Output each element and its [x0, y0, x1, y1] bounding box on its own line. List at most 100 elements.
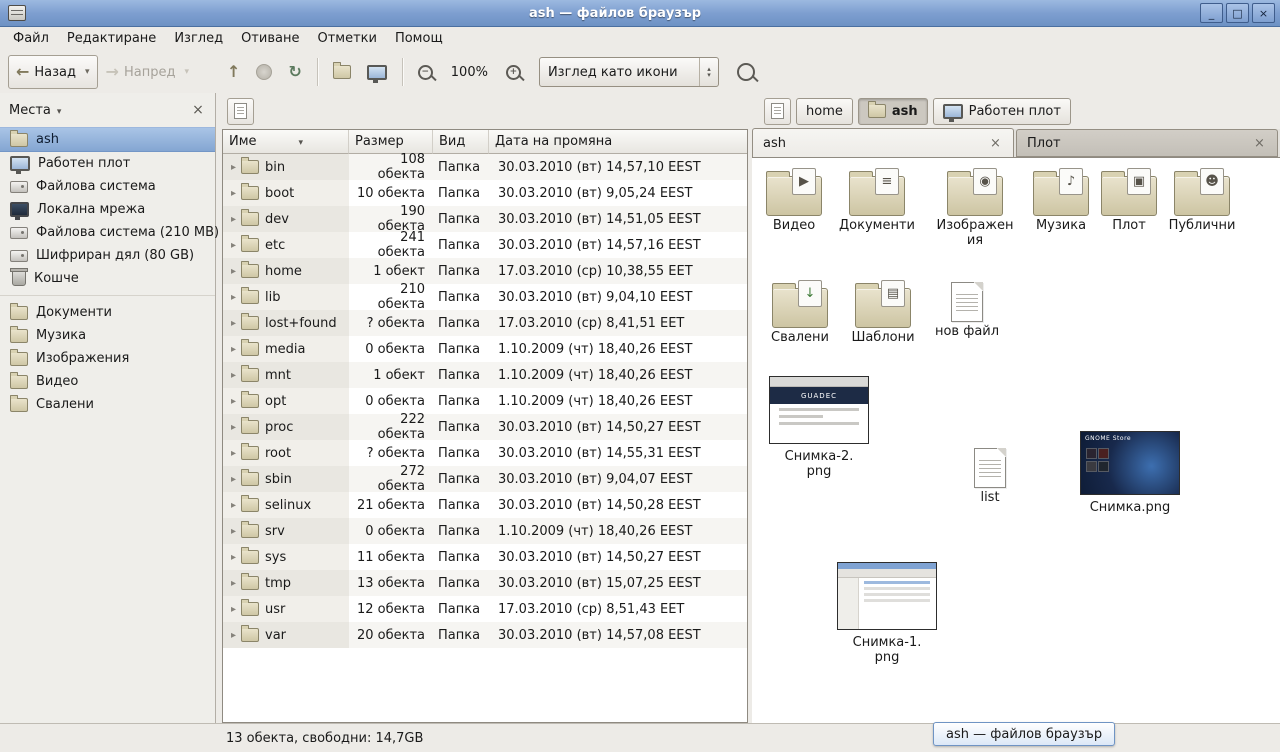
- sidebar-item-network[interactable]: Локална мрежа: [0, 198, 215, 221]
- table-row[interactable]: root? обектаПапка30.03.2010 (вт) 14,55,3…: [223, 440, 747, 466]
- icon-item-list[interactable]: list: [948, 444, 1032, 506]
- sidebar-item-downloads[interactable]: Свалени: [0, 393, 215, 416]
- expander-icon[interactable]: [227, 344, 240, 355]
- expander-icon[interactable]: [227, 240, 240, 251]
- icon-item-desktop[interactable]: ▣ Плот: [1087, 166, 1171, 234]
- sidebar-item-pictures[interactable]: Изображения: [0, 347, 215, 370]
- home-button[interactable]: [325, 55, 359, 89]
- path-button-desktop[interactable]: Работен плот: [933, 98, 1071, 125]
- window-menu-icon[interactable]: [8, 5, 26, 21]
- expander-icon[interactable]: [227, 292, 240, 303]
- sidebar-mode-select[interactable]: Места: [9, 103, 61, 118]
- titlebar[interactable]: ash — файлов браузър _ □ ×: [0, 0, 1280, 27]
- table-row[interactable]: opt0 обектаПапка1.10.2009 (чт) 18,40,26 …: [223, 388, 747, 414]
- column-header-date[interactable]: Дата на промяна: [489, 130, 747, 154]
- table-row[interactable]: selinux21 обектаПапка30.03.2010 (вт) 14,…: [223, 492, 747, 518]
- table-row[interactable]: tmp13 обектаПапка30.03.2010 (вт) 15,07,2…: [223, 570, 747, 596]
- sidebar-item-volume-210mb[interactable]: Файлова система (210 MB): [0, 221, 215, 244]
- sidebar-close-button[interactable]: [190, 102, 206, 118]
- expander-icon[interactable]: [227, 552, 240, 563]
- tab-close-button[interactable]: ×: [988, 136, 1003, 151]
- icon-item-snimka[interactable]: GNOME Store Снимка.png: [1078, 431, 1182, 516]
- combo-spinner-icon[interactable]: [699, 58, 718, 86]
- table-row[interactable]: home1 обектПапка17.03.2010 (ср) 10,38,55…: [223, 258, 747, 284]
- expander-icon[interactable]: [227, 266, 240, 277]
- minimize-button[interactable]: _: [1200, 3, 1223, 23]
- table-row[interactable]: media0 обектаПапка1.10.2009 (чт) 18,40,2…: [223, 336, 747, 362]
- icon-item-new-file[interactable]: нов файл: [925, 278, 1009, 340]
- menu-help[interactable]: Помощ: [386, 29, 452, 48]
- expander-icon[interactable]: [227, 448, 240, 459]
- table-row[interactable]: srv0 обектаПапка1.10.2009 (чт) 18,40,26 …: [223, 518, 747, 544]
- tab-ash[interactable]: ash ×: [752, 128, 1014, 157]
- location-entry-toggle-button[interactable]: [764, 98, 791, 125]
- expander-icon[interactable]: [227, 604, 240, 615]
- icon-item-public[interactable]: ☻ Публични: [1160, 166, 1244, 234]
- menu-bookmarks[interactable]: Отметки: [308, 29, 385, 48]
- view-mode-select[interactable]: Изглед като икони: [539, 57, 719, 87]
- taskbar-window-button[interactable]: ash — файлов браузър: [933, 722, 1115, 746]
- icon-item-templates[interactable]: ▤ Шаблони: [841, 278, 925, 346]
- expander-icon[interactable]: [227, 370, 240, 381]
- location-entry-toggle-button[interactable]: [227, 98, 254, 125]
- table-row[interactable]: sbin272 обектаПапка30.03.2010 (вт) 9,04,…: [223, 466, 747, 492]
- path-button-home[interactable]: home: [796, 98, 853, 125]
- search-button[interactable]: [729, 55, 763, 89]
- expander-icon[interactable]: [227, 630, 240, 641]
- menu-view[interactable]: Изглед: [165, 29, 232, 48]
- table-row[interactable]: proc222 обектаПапка30.03.2010 (вт) 14,50…: [223, 414, 747, 440]
- table-row[interactable]: var20 обектаПапка30.03.2010 (вт) 14,57,0…: [223, 622, 747, 648]
- zoom-out-button[interactable]: −: [410, 55, 441, 89]
- column-header-type[interactable]: Вид: [433, 130, 489, 154]
- table-row[interactable]: mnt1 обектПапка1.10.2009 (чт) 18,40,26 E…: [223, 362, 747, 388]
- tab-plot[interactable]: Плот ×: [1016, 129, 1278, 157]
- column-header-size[interactable]: Размер: [349, 130, 433, 154]
- expander-icon[interactable]: [227, 318, 240, 329]
- sidebar-item-desktop[interactable]: Работен плот: [0, 152, 215, 175]
- sidebar-item-encrypted-80gb[interactable]: Шифриран дял (80 GB): [0, 244, 215, 267]
- sidebar-item-trash[interactable]: Кошче: [0, 267, 215, 290]
- table-row[interactable]: dev190 обектаПапка30.03.2010 (вт) 14,51,…: [223, 206, 747, 232]
- table-row[interactable]: bin108 обектаПапка30.03.2010 (вт) 14,57,…: [223, 154, 747, 180]
- icon-item-videos[interactable]: ▶ Видео: [752, 166, 836, 234]
- expander-icon[interactable]: [227, 188, 240, 199]
- icon-item-downloads[interactable]: ↓ Свалени: [758, 278, 842, 346]
- close-button[interactable]: ×: [1252, 3, 1275, 23]
- table-row[interactable]: sys11 обектаПапка30.03.2010 (вт) 14,50,2…: [223, 544, 747, 570]
- expander-icon[interactable]: [227, 214, 240, 225]
- computer-button[interactable]: [359, 55, 395, 89]
- icon-item-snimka1[interactable]: Снимка-1.png: [836, 562, 938, 666]
- menu-file[interactable]: Файл: [4, 29, 58, 48]
- zoom-in-button[interactable]: +: [498, 55, 529, 89]
- sidebar-item-filesystem[interactable]: Файлова система: [0, 175, 215, 198]
- expander-icon[interactable]: [227, 162, 240, 173]
- table-row[interactable]: usr12 обектаПапка17.03.2010 (ср) 8,51,43…: [223, 596, 747, 622]
- maximize-button[interactable]: □: [1226, 3, 1249, 23]
- up-button[interactable]: ↑: [219, 55, 248, 89]
- icon-item-pictures[interactable]: ◉ Изображения: [933, 166, 1017, 249]
- column-header-name[interactable]: Име: [223, 130, 349, 154]
- expander-icon[interactable]: [227, 578, 240, 589]
- tab-close-button[interactable]: ×: [1252, 136, 1267, 151]
- sidebar-item-videos[interactable]: Видео: [0, 370, 215, 393]
- expander-icon[interactable]: [227, 526, 240, 537]
- table-row[interactable]: etc241 обектаПапка30.03.2010 (вт) 14,57,…: [223, 232, 747, 258]
- reload-button[interactable]: ↻: [280, 55, 309, 89]
- back-button[interactable]: ← Назад: [8, 55, 98, 89]
- path-button-ash[interactable]: ash: [858, 98, 928, 125]
- table-row[interactable]: lib210 обектаПапка30.03.2010 (вт) 9,04,1…: [223, 284, 747, 310]
- expander-icon[interactable]: [227, 500, 240, 511]
- table-row[interactable]: boot10 обектаПапка30.03.2010 (вт) 9,05,2…: [223, 180, 747, 206]
- icon-view[interactable]: ▶ Видео ≡ Документи ◉ Изображения ♪ Музи…: [752, 157, 1280, 723]
- expander-icon[interactable]: [227, 474, 240, 485]
- expander-icon[interactable]: [227, 422, 240, 433]
- sidebar-item-documents[interactable]: Документи: [0, 301, 215, 324]
- menu-go[interactable]: Отиване: [232, 29, 308, 48]
- table-row[interactable]: lost+found? обектаПапка17.03.2010 (ср) 8…: [223, 310, 747, 336]
- icon-item-documents[interactable]: ≡ Документи: [835, 166, 919, 234]
- expander-icon[interactable]: [227, 396, 240, 407]
- sidebar-item-ash[interactable]: ash: [0, 127, 215, 152]
- sidebar-item-music[interactable]: Музика: [0, 324, 215, 347]
- icon-item-snimka2[interactable]: GUADEC Снимка-2.png: [768, 376, 870, 480]
- menu-edit[interactable]: Редактиране: [58, 29, 165, 48]
